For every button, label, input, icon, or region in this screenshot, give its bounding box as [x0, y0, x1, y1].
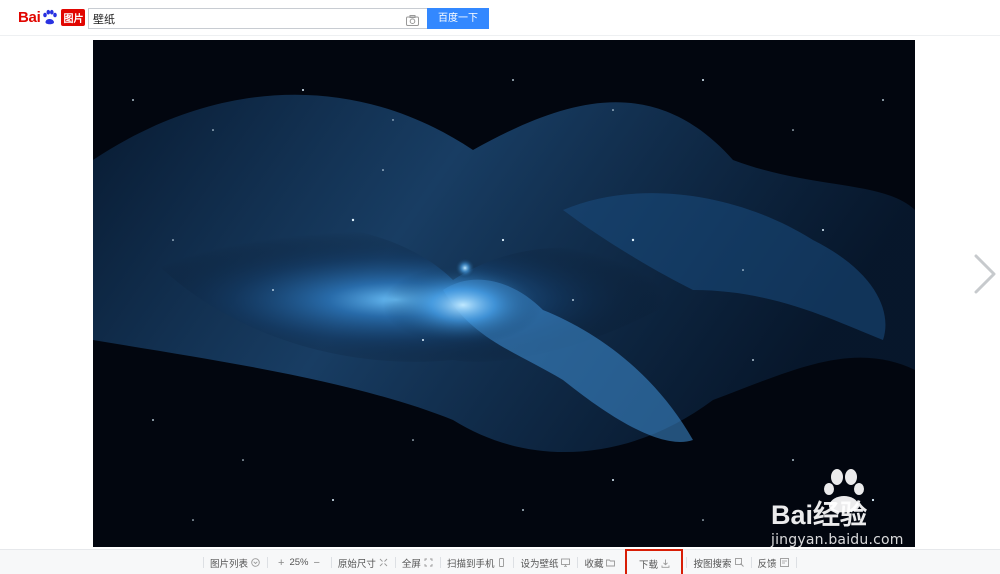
image-list-button[interactable]: 图片列表 — [203, 550, 267, 574]
watermark-url: jingyan.baidu.com — [771, 532, 904, 548]
search-by-image-button[interactable]: 按图搜索 — [686, 550, 750, 574]
phone-icon — [497, 558, 506, 567]
download-icon — [661, 559, 670, 568]
camera-icon[interactable] — [406, 13, 419, 26]
search-box — [88, 8, 427, 29]
zoom-control: + 25% − — [267, 550, 331, 574]
set-wallpaper-label: 设为壁纸 — [520, 558, 559, 570]
zoom-level: 25% — [289, 557, 309, 568]
search-input[interactable] — [89, 9, 389, 28]
original-size-button[interactable]: 原始尺寸 — [330, 550, 395, 574]
baidu-image-logo[interactable]: Bai du 图片 — [18, 6, 86, 28]
watermark-brand-text: Bai经验 — [771, 500, 868, 530]
download-label: 下载 — [638, 559, 658, 571]
image-list-label: 图片列表 — [210, 558, 249, 570]
paw-icon — [41, 9, 58, 26]
scan-to-phone-label: 扫描到手机 — [446, 558, 495, 570]
fullscreen-button[interactable]: 全屏 — [394, 550, 440, 574]
image-search-icon — [734, 558, 744, 567]
zoom-out-button[interactable]: − — [313, 557, 319, 569]
feedback-label: 反馈 — [757, 558, 777, 570]
set-wallpaper-button[interactable]: 设为壁纸 — [513, 550, 577, 574]
favorite-label: 收藏 — [584, 558, 604, 570]
search-button[interactable]: 百度一下 — [427, 8, 489, 29]
image-toolbar: 图片列表 + 25% − 原始尺寸 全屏 扫描到手机 设为壁纸 收藏 下载 按图… — [0, 548, 1000, 574]
logo-text-tupian: 图片 — [61, 8, 86, 26]
fullscreen-icon — [424, 558, 433, 567]
feedback-button[interactable]: 反馈 — [750, 550, 796, 574]
next-image-arrow-icon[interactable] — [970, 252, 998, 296]
folder-icon — [606, 558, 616, 567]
zoom-in-button[interactable]: + — [278, 557, 284, 569]
original-size-label: 原始尺寸 — [337, 558, 376, 570]
scan-to-phone-button[interactable]: 扫描到手机 — [439, 550, 514, 574]
search-by-image-label: 按图搜索 — [693, 558, 732, 570]
download-button[interactable]: 下载 — [625, 548, 684, 574]
header: Bai du 图片 — [0, 0, 1000, 36]
monitor-icon — [561, 558, 571, 567]
original-size-icon — [379, 558, 388, 567]
feedback-icon — [779, 558, 789, 567]
toolbar-divider — [795, 557, 797, 568]
fullscreen-label: 全屏 — [401, 558, 421, 570]
page: Bai du 图片 — [0, 0, 1000, 574]
favorite-button[interactable]: 收藏 — [577, 550, 622, 574]
logo-text-bai: Bai — [18, 8, 41, 26]
chevron-down-circle-icon — [251, 558, 260, 567]
